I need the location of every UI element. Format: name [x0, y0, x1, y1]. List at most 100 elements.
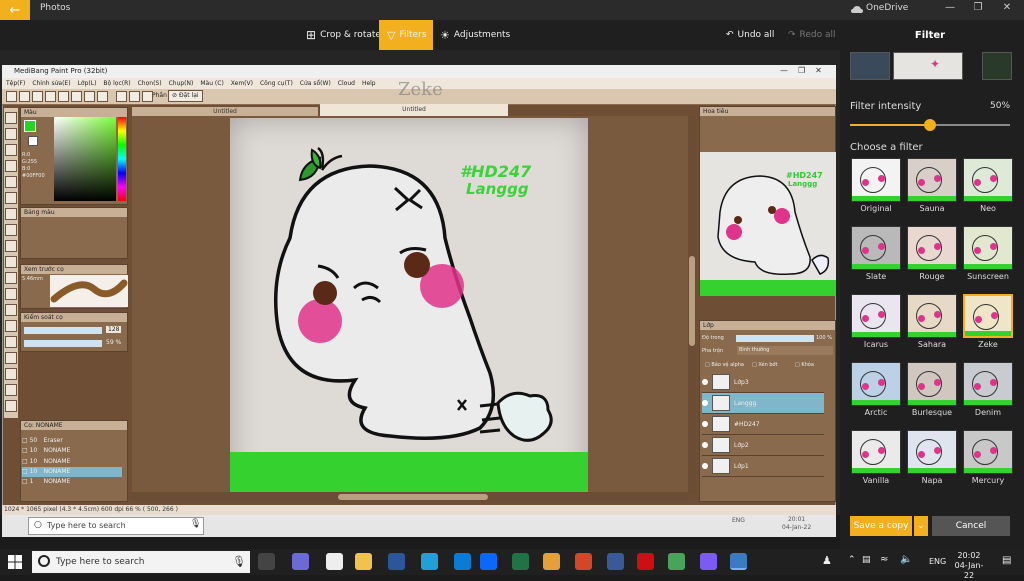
crop-rotate-button[interactable]: ⊞ Crop & rotate: [298, 20, 389, 50]
minimize-button[interactable]: —: [940, 2, 960, 13]
medibang-toolbar-button[interactable]: [45, 91, 56, 102]
filter-option-sahara[interactable]: Sahara: [904, 294, 960, 358]
medibang-menu-item[interactable]: Xem(V): [231, 78, 253, 89]
brush-size-slider[interactable]: [24, 327, 102, 334]
edge-icon[interactable]: [421, 553, 438, 570]
brush-opacity-slider[interactable]: [24, 340, 102, 347]
medibang-toolbar-button[interactable]: [142, 91, 153, 102]
filter-option-sauna[interactable]: Sauna: [904, 158, 960, 222]
medibang-tool-button[interactable]: [5, 384, 17, 396]
layer-visibility-icon[interactable]: [702, 442, 708, 448]
filter-option-rouge[interactable]: Rouge: [904, 226, 960, 290]
reset-button[interactable]: ⊘ Đặt lại: [168, 90, 203, 102]
restore-button[interactable]: ❐: [968, 2, 988, 13]
layer-visibility-icon[interactable]: [702, 463, 708, 469]
clipping-checkbox[interactable]: □ Xén bớt: [752, 362, 778, 368]
medibang-menu-item[interactable]: Cloud: [338, 78, 355, 89]
filter-option-slate[interactable]: Slate: [848, 226, 904, 290]
filter-option-mercury[interactable]: Mercury: [960, 430, 1016, 494]
medibang-tool-button[interactable]: [5, 224, 17, 236]
medibang-toolbar-button[interactable]: [97, 91, 108, 102]
network-icon[interactable]: ▤: [862, 555, 871, 565]
medibang-toolbar-button[interactable]: [32, 91, 43, 102]
layer-row[interactable]: Lớp3: [702, 372, 824, 393]
save-copy-button[interactable]: Save a copy: [850, 516, 912, 536]
people-icon[interactable]: ♟: [822, 554, 832, 567]
medibang-menu-item[interactable]: Chụp(N): [169, 78, 194, 89]
canvas-horizontal-scrollbar[interactable]: [132, 492, 688, 502]
color-picker-square[interactable]: [54, 117, 116, 201]
doc-tab-2[interactable]: Untitled: [320, 104, 508, 116]
layer-row[interactable]: Langgg: [702, 393, 824, 414]
medibang-tool-button[interactable]: [5, 288, 17, 300]
medibang-tool-button[interactable]: [5, 304, 17, 316]
filter-option-denim[interactable]: Denim: [960, 362, 1016, 426]
canvas-vertical-scrollbar[interactable]: [688, 116, 696, 494]
medibang-tool-button[interactable]: [5, 272, 17, 284]
excel-icon[interactable]: [512, 553, 529, 570]
layer-row[interactable]: #HD247: [702, 414, 824, 435]
back-button[interactable]: ←: [0, 0, 30, 20]
medibang-menu-item[interactable]: Lớp(L): [78, 78, 97, 89]
medibang-tool-button[interactable]: [5, 160, 17, 172]
save-options-button[interactable]: ⌄: [914, 516, 928, 536]
medibang-menu-item[interactable]: Tệp(F): [6, 78, 25, 89]
redo-all-button[interactable]: ↷ Redo all: [780, 20, 844, 50]
opera-icon[interactable]: [637, 553, 654, 570]
medibang-menu-item[interactable]: Chỉnh sửa(E): [32, 78, 70, 89]
facebook-icon[interactable]: [607, 553, 624, 570]
medibang-menu-item[interactable]: Chọn(S): [138, 78, 162, 89]
wifi-icon[interactable]: ≈: [880, 554, 888, 565]
file-explorer-icon[interactable]: [355, 553, 372, 570]
tray-clock[interactable]: 20:02 04-Jan-22: [954, 551, 984, 581]
edge-new-icon[interactable]: [454, 553, 471, 570]
store-icon[interactable]: [292, 553, 309, 570]
filter-option-original[interactable]: Original: [848, 158, 904, 222]
medibang-tool-button[interactable]: [5, 192, 17, 204]
medibang-toolbar-button[interactable]: [6, 91, 17, 102]
taskbar-mic-icon[interactable]: 🎙: [232, 555, 246, 568]
doc-tab-1[interactable]: Untitled: [132, 107, 318, 116]
medibang-toolbar-button[interactable]: [71, 91, 82, 102]
filters-button[interactable]: ▽ Filters: [379, 20, 433, 50]
medibang-toolbar-button[interactable]: [84, 91, 95, 102]
layer-visibility-icon[interactable]: [702, 421, 708, 427]
layer-opacity-slider[interactable]: [736, 335, 814, 342]
filter-option-napa[interactable]: Napa: [904, 430, 960, 494]
medibang-tool-button[interactable]: [5, 256, 17, 268]
chrome-icon[interactable]: [543, 553, 560, 570]
background-color-swatch[interactable]: [28, 136, 38, 146]
taskbar-search-box[interactable]: Type here to search: [32, 551, 250, 573]
medibang-toolbar-button[interactable]: [129, 91, 140, 102]
filmstrip-prev-thumb[interactable]: [850, 52, 890, 80]
medibang-toolbar-button[interactable]: [19, 91, 30, 102]
filter-option-burlesque[interactable]: Burlesque: [904, 362, 960, 426]
word-icon[interactable]: [388, 553, 405, 570]
protect-alpha-checkbox[interactable]: □ Bảo vệ alpha: [705, 362, 744, 368]
medibang-menu-item[interactable]: Bộ lọc(R): [103, 78, 130, 89]
medibang-tool-button[interactable]: [5, 112, 17, 124]
medibang-tool-button[interactable]: [5, 240, 17, 252]
medibang-tool-button[interactable]: [5, 400, 17, 412]
filter-option-zeke[interactable]: Zeke: [960, 294, 1016, 358]
tray-chevron-up-icon[interactable]: ⌃: [848, 555, 856, 565]
layer-visibility-icon[interactable]: [702, 400, 708, 406]
undo-all-button[interactable]: ↶ Undo all: [718, 20, 782, 50]
filmstrip-current-thumb[interactable]: ✦: [893, 52, 963, 80]
medibang-toolbar-button[interactable]: [116, 91, 127, 102]
filter-intensity-thumb[interactable]: [924, 119, 936, 131]
blend-mode-select[interactable]: Bình thường: [737, 346, 833, 355]
filmstrip-next-thumb[interactable]: [982, 52, 1012, 80]
store-bag-icon[interactable]: [326, 553, 343, 570]
filter-option-sunscreen[interactable]: Sunscreen: [960, 226, 1016, 290]
medibang-tool-button[interactable]: [5, 176, 17, 188]
zalo-icon[interactable]: [480, 553, 497, 570]
messenger-icon[interactable]: [700, 553, 717, 570]
close-button[interactable]: ✕: [997, 2, 1017, 13]
drawing-canvas[interactable]: #HD247 Langgg: [230, 118, 588, 492]
lock-checkbox[interactable]: □ Khóa: [795, 362, 814, 368]
medibang-toolbar-button[interactable]: [58, 91, 69, 102]
tray-language[interactable]: ENG: [929, 557, 946, 566]
windows-start-icon[interactable]: [8, 555, 22, 569]
medibang-menu-item[interactable]: Công cụ(T): [260, 78, 293, 89]
